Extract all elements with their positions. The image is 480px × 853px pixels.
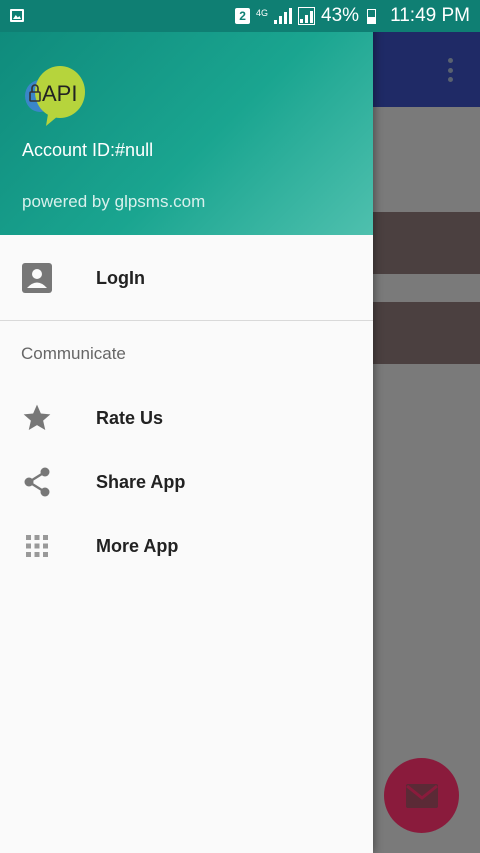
menu-item-label: More App [96,535,179,556]
mail-icon [405,783,438,808]
menu-item-label: LogIn [96,267,145,288]
sim-slot-badge: 2 [235,8,251,24]
star-icon [21,402,53,434]
menu-item-login[interactable]: LogIn [0,246,373,310]
menu-item-share-app[interactable]: Share App [0,450,373,514]
signal-strength-icon [274,8,293,24]
api-logo-icon: API [25,66,85,126]
clock: 11:49 PM [390,5,470,26]
signal-strength-sim2-icon [298,7,316,25]
battery-icon [367,8,377,24]
apps-grid-icon [21,530,53,562]
compose-fab[interactable] [384,758,459,833]
menu-item-label: Share App [96,471,186,492]
menu-item-label: Rate Us [96,407,164,428]
battery-percent: 43% [321,5,360,26]
navigation-drawer: API Account ID:#null powered by glpsms.c… [0,0,373,853]
more-vert-icon [448,58,454,82]
account-box-icon [21,262,53,294]
gallery-notification-icon [10,9,24,22]
status-bar: 2 4G 43% 11:49 PM [0,0,480,32]
network-type: 4G [256,7,269,18]
powered-by-link[interactable]: powered by glpsms.com [22,192,205,212]
logo-text: API [42,81,77,106]
drawer-header: API Account ID:#null powered by glpsms.c… [0,32,373,235]
menu-item-rate-us[interactable]: Rate Us [0,386,373,450]
section-header-communicate: Communicate [21,344,126,363]
menu-item-more-app[interactable]: More App [0,514,373,578]
account-id-label: Account ID:#null [22,140,154,160]
share-icon [21,466,53,498]
divider [0,320,373,321]
